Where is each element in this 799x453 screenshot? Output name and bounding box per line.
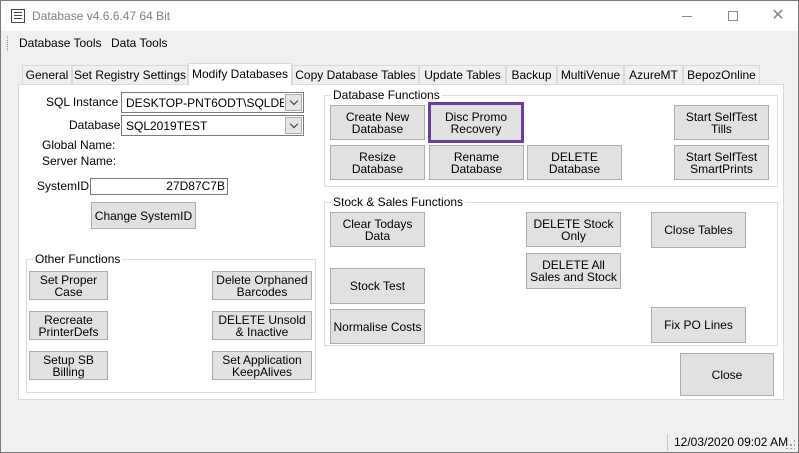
rename-database-button[interactable]: Rename Database <box>429 145 524 180</box>
create-new-database-button[interactable]: Create New Database <box>330 105 425 140</box>
tab-update-tables[interactable]: Update Tables <box>419 65 506 85</box>
modify-databases-panel: SQL Instance : DESKTOP-PNT6ODT\SQLDE Dat… <box>18 84 784 400</box>
sql-instance-label: SQL Instance : <box>46 95 125 109</box>
status-separator <box>667 434 668 451</box>
delete-database-button[interactable]: DELETE Database <box>527 145 622 180</box>
database-functions-title: Database Functions <box>331 88 442 102</box>
menu-grip <box>7 36 10 51</box>
system-id-field[interactable]: 27D87C7B <box>90 178 228 195</box>
close-window-button[interactable]: ✕ <box>755 1 798 31</box>
fix-po-lines-button[interactable]: Fix PO Lines <box>651 307 746 343</box>
start-selftest-tills-button[interactable]: Start SelfTest Tills <box>674 105 769 140</box>
normalise-costs-button[interactable]: Normalise Costs <box>330 309 425 344</box>
sql-instance-dropdown-button[interactable] <box>285 94 302 111</box>
database-select[interactable]: SQL2019TEST <box>121 115 304 136</box>
close-icon: ✕ <box>771 7 785 24</box>
tab-bepozonline[interactable]: BepozOnline <box>683 65 760 85</box>
delete-stock-only-button[interactable]: DELETE Stock Only <box>526 212 621 247</box>
menu-database-tools[interactable]: Database Tools <box>19 36 102 50</box>
disc-promo-recovery-button[interactable]: Disc Promo Recovery <box>428 102 524 143</box>
tab-azuremt[interactable]: AzureMT <box>624 65 683 85</box>
maximize-icon <box>728 11 738 21</box>
stock-test-button[interactable]: Stock Test <box>330 268 425 304</box>
change-system-id-button[interactable]: Change SystemID <box>91 202 196 229</box>
resize-database-button[interactable]: Resize Database <box>330 145 425 180</box>
close-button[interactable]: Close <box>680 353 774 396</box>
recreate-printerdefs-button[interactable]: Recreate PrinterDefs <box>29 311 108 340</box>
database-value: SQL2019TEST <box>126 119 208 133</box>
database-label: Database: <box>69 118 124 132</box>
main-window: Database v4.6.6.47 64 Bit ✕ Database Too… <box>0 0 799 453</box>
menu-bar: Database Tools Data Tools <box>1 31 798 55</box>
minimize-button[interactable] <box>664 1 710 31</box>
start-selftest-smartprints-button[interactable]: Start SelfTest SmartPrints <box>674 145 769 180</box>
set-application-keepalives-button[interactable]: Set Application KeepAlives <box>212 351 312 380</box>
app-icon <box>11 9 25 23</box>
tab-modify-databases[interactable]: Modify Databases <box>188 63 292 86</box>
window-title: Database v4.6.6.47 64 Bit <box>32 9 171 23</box>
tab-multivenue[interactable]: MultiVenue <box>557 65 624 85</box>
stock-sales-functions-title: Stock & Sales Functions <box>331 195 466 209</box>
setup-sb-billing-button[interactable]: Setup SB Billing <box>29 351 108 380</box>
other-functions-title: Other Functions <box>33 252 123 266</box>
status-bar: 12/03/2020 09:02 AM <box>1 431 798 452</box>
chevron-down-icon <box>289 96 298 106</box>
maximize-button[interactable] <box>710 1 756 31</box>
sql-instance-select[interactable]: DESKTOP-PNT6ODT\SQLDE <box>121 92 304 113</box>
delete-unsold-inactive-button[interactable]: DELETE Unsold & Inactive <box>212 311 312 340</box>
menu-data-tools[interactable]: Data Tools <box>111 36 167 50</box>
minimize-icon <box>682 15 692 17</box>
title-bar: Database v4.6.6.47 64 Bit ✕ <box>1 1 798 31</box>
tab-backup[interactable]: Backup <box>506 65 557 85</box>
server-name-label: Server Name: <box>42 154 117 168</box>
system-id-label: SystemID: <box>37 179 93 193</box>
clear-todays-data-button[interactable]: Clear Todays Data <box>330 212 425 247</box>
database-dropdown-button[interactable] <box>285 117 302 134</box>
tab-copy-database-tables[interactable]: Copy Database Tables <box>292 65 419 85</box>
delete-orphaned-barcodes-button[interactable]: Delete Orphaned Barcodes <box>212 271 312 300</box>
chevron-down-icon <box>289 119 298 129</box>
tab-set-registry-settings[interactable]: Set Registry Settings <box>72 65 188 85</box>
close-tables-button[interactable]: Close Tables <box>651 212 746 248</box>
sql-instance-value: DESKTOP-PNT6ODT\SQLDE <box>126 96 284 110</box>
status-datetime: 12/03/2020 09:02 AM <box>674 435 789 449</box>
global-name-label: Global Name: <box>42 138 116 152</box>
delete-all-sales-stock-button[interactable]: DELETE All Sales and Stock <box>526 253 621 289</box>
tab-general[interactable]: General <box>22 65 72 85</box>
set-proper-case-button[interactable]: Set Proper Case <box>29 271 108 300</box>
